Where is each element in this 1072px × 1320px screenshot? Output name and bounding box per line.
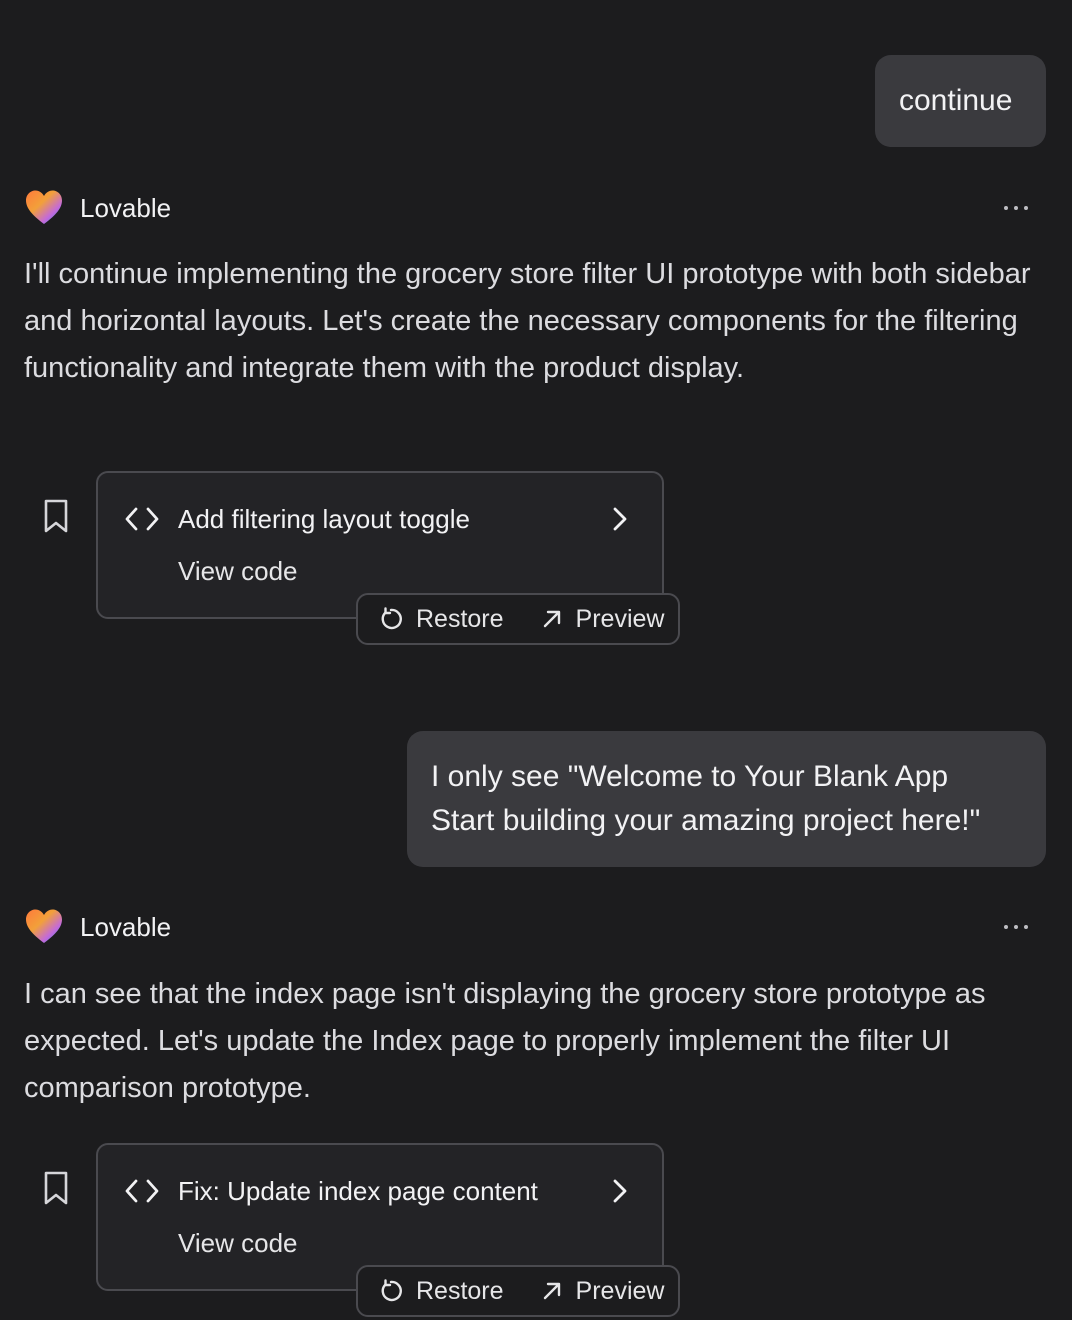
card-title: Add filtering layout toggle bbox=[178, 504, 470, 534]
view-code-link[interactable]: View code bbox=[178, 1225, 298, 1261]
user-message-bubble: continue bbox=[875, 55, 1046, 147]
preview-button[interactable]: Preview bbox=[540, 1267, 665, 1315]
user-message-text: continue bbox=[899, 84, 1013, 117]
assistant-header: Lovable bbox=[24, 907, 1048, 947]
more-options-button[interactable] bbox=[998, 190, 1034, 226]
chevron-right-icon[interactable] bbox=[610, 1177, 630, 1205]
user-message-line: I only see "Welcome to Your Blank App bbox=[431, 760, 949, 793]
card-actions: Restore Preview bbox=[356, 1265, 680, 1317]
restore-label: Restore bbox=[416, 604, 504, 633]
card-title: Fix: Update index page content bbox=[178, 1176, 538, 1206]
assistant-header: Lovable bbox=[24, 188, 1048, 228]
assistant-message-text: I'll continue implementing the grocery s… bbox=[24, 258, 1031, 384]
assistant-name: Lovable bbox=[80, 192, 172, 223]
code-icon bbox=[125, 507, 159, 531]
restore-label: Restore bbox=[416, 1276, 504, 1305]
preview-button[interactable]: Preview bbox=[540, 595, 665, 643]
arrow-up-right-icon bbox=[543, 610, 560, 628]
bookmark-icon[interactable] bbox=[40, 1170, 72, 1206]
chevron-right-icon[interactable] bbox=[610, 505, 630, 533]
restore-button[interactable]: Restore bbox=[378, 1267, 504, 1315]
restore-icon bbox=[381, 607, 402, 630]
more-horizontal-icon bbox=[1004, 925, 1028, 929]
card-actions: Restore Preview bbox=[356, 593, 680, 645]
assistant-name: Lovable bbox=[80, 911, 172, 942]
code-icon bbox=[125, 1179, 159, 1203]
user-message-line: Start building your amazing project here… bbox=[431, 804, 981, 837]
restore-icon bbox=[381, 1279, 402, 1302]
preview-label: Preview bbox=[575, 1276, 665, 1305]
assistant-message-text: I can see that the index page isn't disp… bbox=[24, 978, 986, 1104]
preview-label: Preview bbox=[575, 604, 665, 633]
more-options-button[interactable] bbox=[998, 909, 1034, 945]
view-code-link[interactable]: View code bbox=[178, 553, 298, 589]
lovable-logo-icon bbox=[26, 190, 62, 224]
arrow-up-right-icon bbox=[543, 1282, 560, 1300]
lovable-logo-icon bbox=[26, 909, 62, 943]
user-message-bubble: I only see "Welcome to Your Blank App St… bbox=[407, 731, 1046, 867]
restore-button[interactable]: Restore bbox=[378, 595, 504, 643]
more-horizontal-icon bbox=[1004, 206, 1028, 210]
bookmark-icon[interactable] bbox=[40, 498, 72, 534]
